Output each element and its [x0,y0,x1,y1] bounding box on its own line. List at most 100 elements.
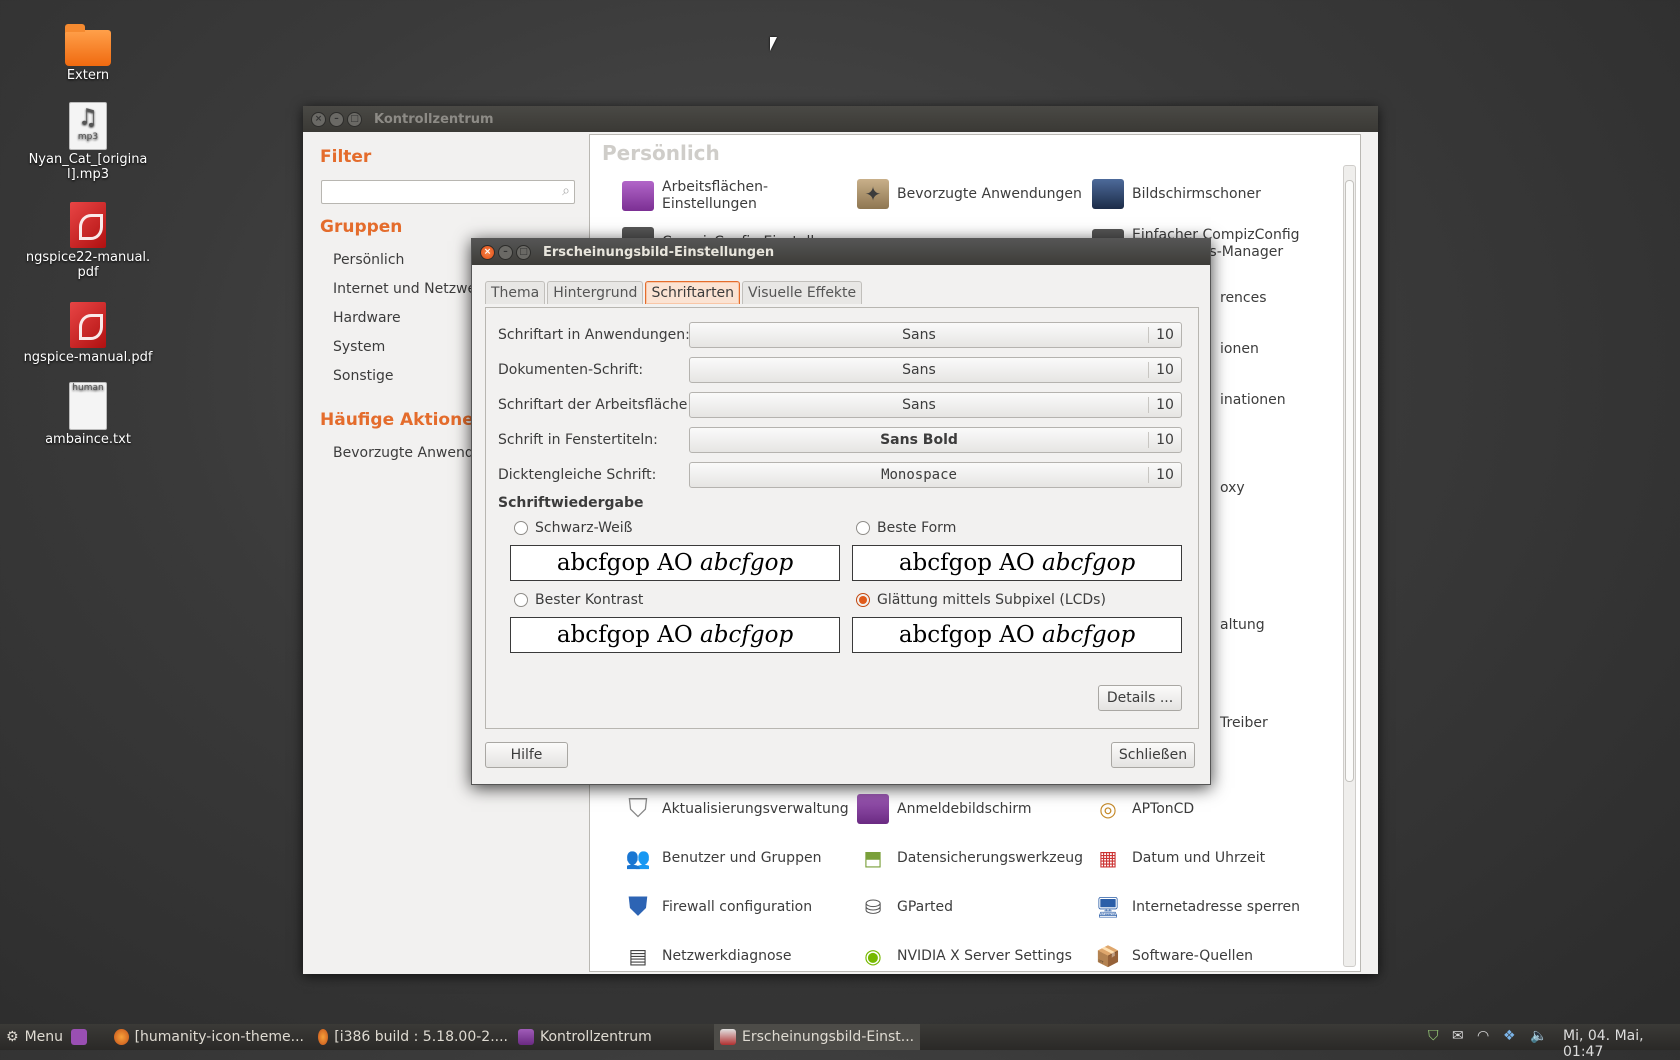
filter-input[interactable]: ⌕ [321,180,575,204]
task-button-1[interactable]: [humanity-icon-theme... [114,1024,304,1050]
close-icon[interactable]: × [311,111,326,127]
clock[interactable]: Mi, 04. Mai, 01:47 [1563,1028,1680,1060]
radio-label: Beste Form [877,520,957,536]
app-preferred-apps[interactable]: ✦ Bevorzugte Anwendungen [857,179,1082,209]
menu-button[interactable]: ⚙ Menu [6,1024,100,1050]
screensaver-icon [1092,179,1124,209]
maximize-icon[interactable]: □ [516,244,531,260]
details-button[interactable]: Details ... [1098,685,1182,711]
font-button-window-titles[interactable]: Sans Bold 10 [689,427,1182,453]
radio-button-selected[interactable] [856,593,870,607]
app-network-diagnosis[interactable]: ▤ Netzwerkdiagnose [622,941,792,971]
radio-button[interactable] [514,521,528,535]
software-sources-icon: 📦 [1095,943,1121,968]
close-icon[interactable]: × [480,244,495,260]
volume-icon[interactable]: 🔈 [1530,1028,1547,1044]
app-login-screen[interactable]: Anmeldebildschirm [857,794,1032,824]
group-item-other[interactable]: Sonstige [333,368,394,384]
font-button-desktop[interactable]: Sans 10 [689,392,1182,418]
app-users-groups[interactable]: 👥 Benutzer und Gruppen [622,843,822,873]
control-center-titlebar[interactable]: × – □ Kontrollzentrum [303,106,1378,132]
minimize-icon[interactable]: – [329,111,344,127]
wifi-icon[interactable]: ◠ [1477,1028,1489,1044]
minimize-icon[interactable]: – [498,244,513,260]
app-partial[interactable]: rences [1220,290,1267,307]
desktop-icon-pdf-2[interactable]: ngspice-manual.pdf [13,302,163,365]
desktop-icon-extern[interactable]: Extern [13,24,163,83]
app-desktop-settings[interactable]: Arbeitsflächen- Einstellungen [622,179,768,213]
font-sample-best-shapes[interactable]: abcfgop AO abcfgop [852,545,1182,581]
font-sample-monochrome[interactable]: abcfgop AO abcfgop [510,545,840,581]
radio-best-contrast[interactable]: Bester Kontrast [514,592,643,608]
tab-visual-effects[interactable]: Visuelle Effekte [742,281,863,304]
font-sample-subpixel[interactable]: abcfgop AO abcfgop [852,617,1182,653]
font-button-applications[interactable]: Sans 10 [689,322,1182,348]
app-partial[interactable]: Treiber [1220,715,1268,732]
task-button-2[interactable]: [i386 build : 5.18.00-2.... [318,1024,508,1050]
font-button-documents[interactable]: Sans 10 [689,357,1182,383]
file-badge: human [72,383,104,393]
shield-icon[interactable]: ⛉ [1428,1028,1439,1044]
dialog-titlebar[interactable]: × – □ Erscheinungsbild-Einstellungen [472,239,1210,265]
radio-button[interactable] [514,593,528,607]
desktop-icon-txt[interactable]: human ambaince.txt [13,382,163,447]
app-label: ionen [1220,341,1259,357]
scrollbar-thumb[interactable] [1345,180,1354,782]
tab-background[interactable]: Hintergrund [547,281,644,304]
app-gparted[interactable]: ⛁ GParted [857,892,953,922]
app-partial[interactable]: inationen [1220,392,1286,409]
app-screensaver[interactable]: Bildschirmschoner [1092,179,1261,209]
radio-monochrome[interactable]: Schwarz-Weiß [514,520,632,536]
firefox-icon [114,1029,129,1045]
scrollbar[interactable] [1343,165,1356,967]
tab-fonts[interactable]: Schriftarten [645,281,741,304]
app-label: NVIDIA X Server Settings [897,947,1072,964]
search-icon[interactable]: ⌕ [562,183,570,199]
font-size: 10 [1148,397,1181,413]
desktop-icon-mp3[interactable]: ♫ mp3 Nyan_Cat_[original].mp3 [13,102,163,182]
app-update-manager[interactable]: ⛉ Aktualisierungsverwaltung [622,794,848,824]
font-button-monospace[interactable]: Monospace 10 [689,462,1182,488]
group-item-system[interactable]: System [333,339,385,355]
groups-heading: Gruppen [320,217,403,237]
radio-button[interactable] [856,521,870,535]
app-block-address[interactable]: 🖥 Internetadresse sperren [1092,892,1300,922]
task-button-3[interactable]: Kontrollzentrum [518,1024,708,1050]
folder-icon [65,24,111,66]
font-row-monospace: Dicktengleiche Schrift: Monospace 10 [498,462,1188,488]
app-date-time[interactable]: ▦ Datum und Uhrzeit [1092,843,1266,873]
mail-icon[interactable]: ✉ [1452,1028,1464,1044]
app-nvidia[interactable]: ◉ NVIDIA X Server Settings [857,941,1072,971]
app-partial[interactable]: oxy [1220,480,1245,497]
filter-heading: Filter [320,147,372,167]
group-item-internet[interactable]: Internet und Netzwerk [333,281,490,297]
font-row-label: Dicktengleiche Schrift: [498,467,657,483]
tab-theme[interactable]: Thema [485,281,546,304]
maximize-icon[interactable]: □ [347,111,362,127]
font-sample-best-contrast[interactable]: abcfgop AO abcfgop [510,617,840,653]
font-row-window-titles: Schrift in Fenstertiteln: Sans Bold 10 [498,427,1188,453]
app-backup[interactable]: ⬒ Datensicherungswerkzeug [857,843,1084,873]
task-button-4[interactable]: Erscheinungsbild-Einst... [714,1024,920,1050]
app-label: inationen [1220,392,1286,408]
audio-file-icon: ♫ mp3 [69,102,107,150]
app-firewall[interactable]: ⛊ Firewall configuration [622,892,812,922]
appearance-dialog: × – □ Erscheinungsbild-Einstellungen The… [471,238,1211,785]
app-partial[interactable]: ionen [1220,341,1259,358]
desktop-icon-label: ngspice-manual.pdf [23,350,153,365]
login-screen-icon [857,794,889,824]
rendering-heading: Schriftwiedergabe [498,495,644,511]
group-item-hardware[interactable]: Hardware [333,310,401,326]
dropbox-icon[interactable]: ❖ [1503,1028,1516,1044]
close-button[interactable]: Schließen [1111,742,1195,768]
radio-best-shapes[interactable]: Beste Form [856,520,956,536]
app-software-sources[interactable]: 📦 Software-Quellen [1092,941,1254,971]
app-aptoncd[interactable]: ◎ APTonCD [1092,794,1194,824]
group-item-personal[interactable]: Persönlich [333,252,404,268]
desktop-icon-pdf-1[interactable]: ngspice22-manual.pdf [13,202,163,280]
help-button[interactable]: Hilfe [485,742,568,768]
radio-label: Glättung mittels Subpixel (LCDs) [877,592,1106,608]
app-partial[interactable]: altung [1220,617,1265,634]
radio-subpixel[interactable]: Glättung mittels Subpixel (LCDs) [856,592,1106,608]
firewall-icon: ⛊ [628,891,648,922]
